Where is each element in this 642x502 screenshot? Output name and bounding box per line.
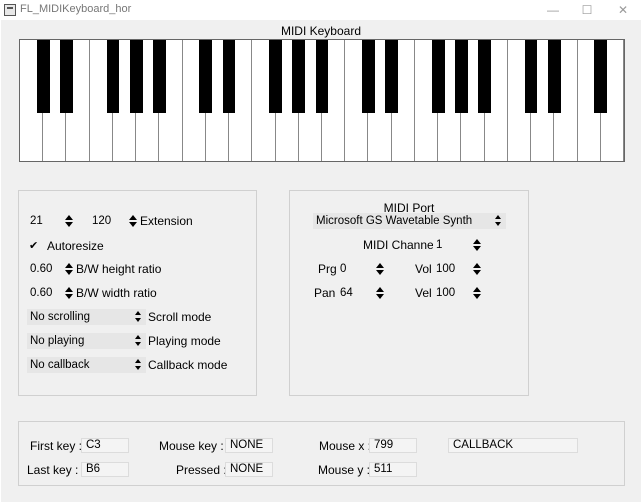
- keyboard-label: MIDI Keyboard: [280, 24, 362, 38]
- piano-black-key[interactable]: [478, 40, 491, 113]
- velocity-value: 100: [436, 287, 456, 299]
- velocity-spinner[interactable]: 100: [433, 285, 483, 301]
- volume-value: 100: [436, 263, 456, 275]
- program-label: Prg: [318, 262, 337, 276]
- minimize-button[interactable]: —: [538, 1, 568, 19]
- last-key-label: Last key :: [27, 463, 79, 477]
- high-key-value: 120: [92, 215, 112, 227]
- mouse-key-label: Mouse key :: [159, 439, 224, 453]
- playing-mode-label: Playing mode: [148, 334, 221, 348]
- callback-output: CALLBACK: [448, 438, 578, 453]
- midi-channel-label: MIDI Channel: [363, 238, 437, 252]
- piano-black-key[interactable]: [315, 40, 329, 113]
- piano-black-key[interactable]: [431, 40, 445, 113]
- bw-width-ratio-label: B/W width ratio: [76, 286, 157, 300]
- midi-settings-panel: MIDI Port Microsoft GS Wavetable Synth M…: [289, 190, 529, 396]
- spinner-arrows-icon[interactable]: [376, 286, 384, 300]
- spinner-arrows-icon[interactable]: [129, 214, 137, 228]
- piano-black-key[interactable]: [222, 40, 236, 113]
- high-key-spinner[interactable]: 120: [89, 213, 139, 229]
- midi-port-value: Microsoft GS Wavetable Synth: [316, 215, 473, 227]
- midi-channel-value: 1: [436, 239, 443, 251]
- app-icon: [4, 4, 16, 16]
- playing-mode-select[interactable]: No playing: [27, 333, 146, 349]
- close-button[interactable]: ✕: [608, 1, 638, 19]
- piano-black-key[interactable]: [60, 40, 73, 113]
- autoresize-checkbox-label[interactable]: Autoresize: [47, 238, 104, 254]
- low-key-value: 21: [30, 215, 43, 227]
- mouse-y-label: Mouse y :: [318, 463, 371, 477]
- dropdown-arrows-icon[interactable]: [135, 358, 143, 372]
- piano-black-key[interactable]: [362, 40, 375, 113]
- piano-black-key[interactable]: [106, 40, 120, 113]
- volume-spinner[interactable]: 100: [433, 261, 483, 277]
- dropdown-arrows-icon[interactable]: [495, 214, 503, 228]
- window-client-area: MIDI Keyboard 21 120 Extension ✔ Autores…: [1, 20, 641, 502]
- playing-mode-value: No playing: [30, 335, 85, 347]
- status-panel: First key : C3 Last key : B6 Mouse key :…: [18, 421, 625, 486]
- dropdown-arrows-icon[interactable]: [135, 334, 143, 348]
- piano-black-key[interactable]: [152, 40, 166, 113]
- piano-black-key[interactable]: [547, 40, 561, 113]
- scroll-mode-value: No scrolling: [30, 311, 91, 323]
- spinner-arrows-icon[interactable]: [65, 286, 73, 300]
- bw-height-ratio-value: 0.60: [30, 263, 53, 275]
- bw-width-ratio-spinner[interactable]: 0.60: [27, 285, 75, 301]
- checkmark-icon[interactable]: ✔: [29, 238, 38, 254]
- title-bar: FL_MIDIKeyboard_hor — ☐ ✕: [0, 0, 642, 20]
- pressed-output: NONE: [225, 462, 273, 477]
- spinner-arrows-icon[interactable]: [376, 262, 384, 276]
- callback-mode-value: No callback: [30, 359, 90, 371]
- window-title: FL_MIDIKeyboard_hor: [20, 3, 132, 15]
- maximize-button[interactable]: ☐: [572, 1, 602, 19]
- pan-spinner[interactable]: 64: [337, 285, 386, 301]
- spinner-arrows-icon[interactable]: [473, 262, 481, 276]
- last-key-output: B6: [81, 462, 129, 477]
- midi-port-select[interactable]: Microsoft GS Wavetable Synth: [313, 213, 506, 229]
- pan-value: 64: [340, 287, 353, 299]
- spinner-arrows-icon[interactable]: [65, 214, 73, 228]
- mouse-x-label: Mouse x :: [319, 439, 372, 453]
- piano-black-key[interactable]: [524, 40, 538, 113]
- spinner-arrows-icon[interactable]: [473, 286, 481, 300]
- midi-channel-spinner[interactable]: 1: [433, 237, 483, 253]
- midi-keyboard[interactable]: [19, 39, 625, 162]
- piano-black-key[interactable]: [292, 40, 306, 113]
- mouse-y-output: 511: [369, 462, 417, 477]
- pressed-label: Pressed :: [176, 463, 227, 477]
- program-value: 0: [340, 263, 347, 275]
- mouse-x-output: 799: [369, 438, 417, 453]
- program-spinner[interactable]: 0: [337, 261, 386, 277]
- extension-label: Extension: [140, 214, 193, 228]
- first-key-label: First key :: [30, 439, 83, 453]
- bw-width-ratio-value: 0.60: [30, 287, 53, 299]
- scroll-mode-select[interactable]: No scrolling: [27, 309, 146, 325]
- piano-black-key[interactable]: [454, 40, 468, 113]
- first-key-output: C3: [81, 438, 129, 453]
- spinner-arrows-icon[interactable]: [473, 238, 481, 252]
- volume-label: Vol: [415, 262, 432, 276]
- piano-black-key[interactable]: [129, 40, 143, 113]
- piano-black-key[interactable]: [594, 40, 608, 113]
- pan-label: Pan: [314, 286, 336, 300]
- callback-mode-label: Callback mode: [148, 358, 228, 372]
- low-key-spinner[interactable]: 21: [27, 213, 75, 229]
- scroll-mode-label: Scroll mode: [148, 310, 212, 324]
- piano-black-key[interactable]: [269, 40, 282, 113]
- velocity-label: Vel: [415, 286, 432, 300]
- callback-mode-select[interactable]: No callback: [27, 357, 146, 373]
- bw-height-ratio-label: B/W height ratio: [76, 262, 162, 276]
- piano-black-key[interactable]: [36, 40, 50, 113]
- keyboard-settings-panel: 21 120 Extension ✔ Autoresize 0.60 B/W h…: [18, 190, 257, 396]
- dropdown-arrows-icon[interactable]: [135, 310, 143, 324]
- bw-height-ratio-spinner[interactable]: 0.60: [27, 261, 75, 277]
- spinner-arrows-icon[interactable]: [65, 262, 73, 276]
- piano-black-key[interactable]: [199, 40, 213, 113]
- piano-black-key[interactable]: [385, 40, 399, 113]
- mouse-key-output: NONE: [225, 438, 273, 453]
